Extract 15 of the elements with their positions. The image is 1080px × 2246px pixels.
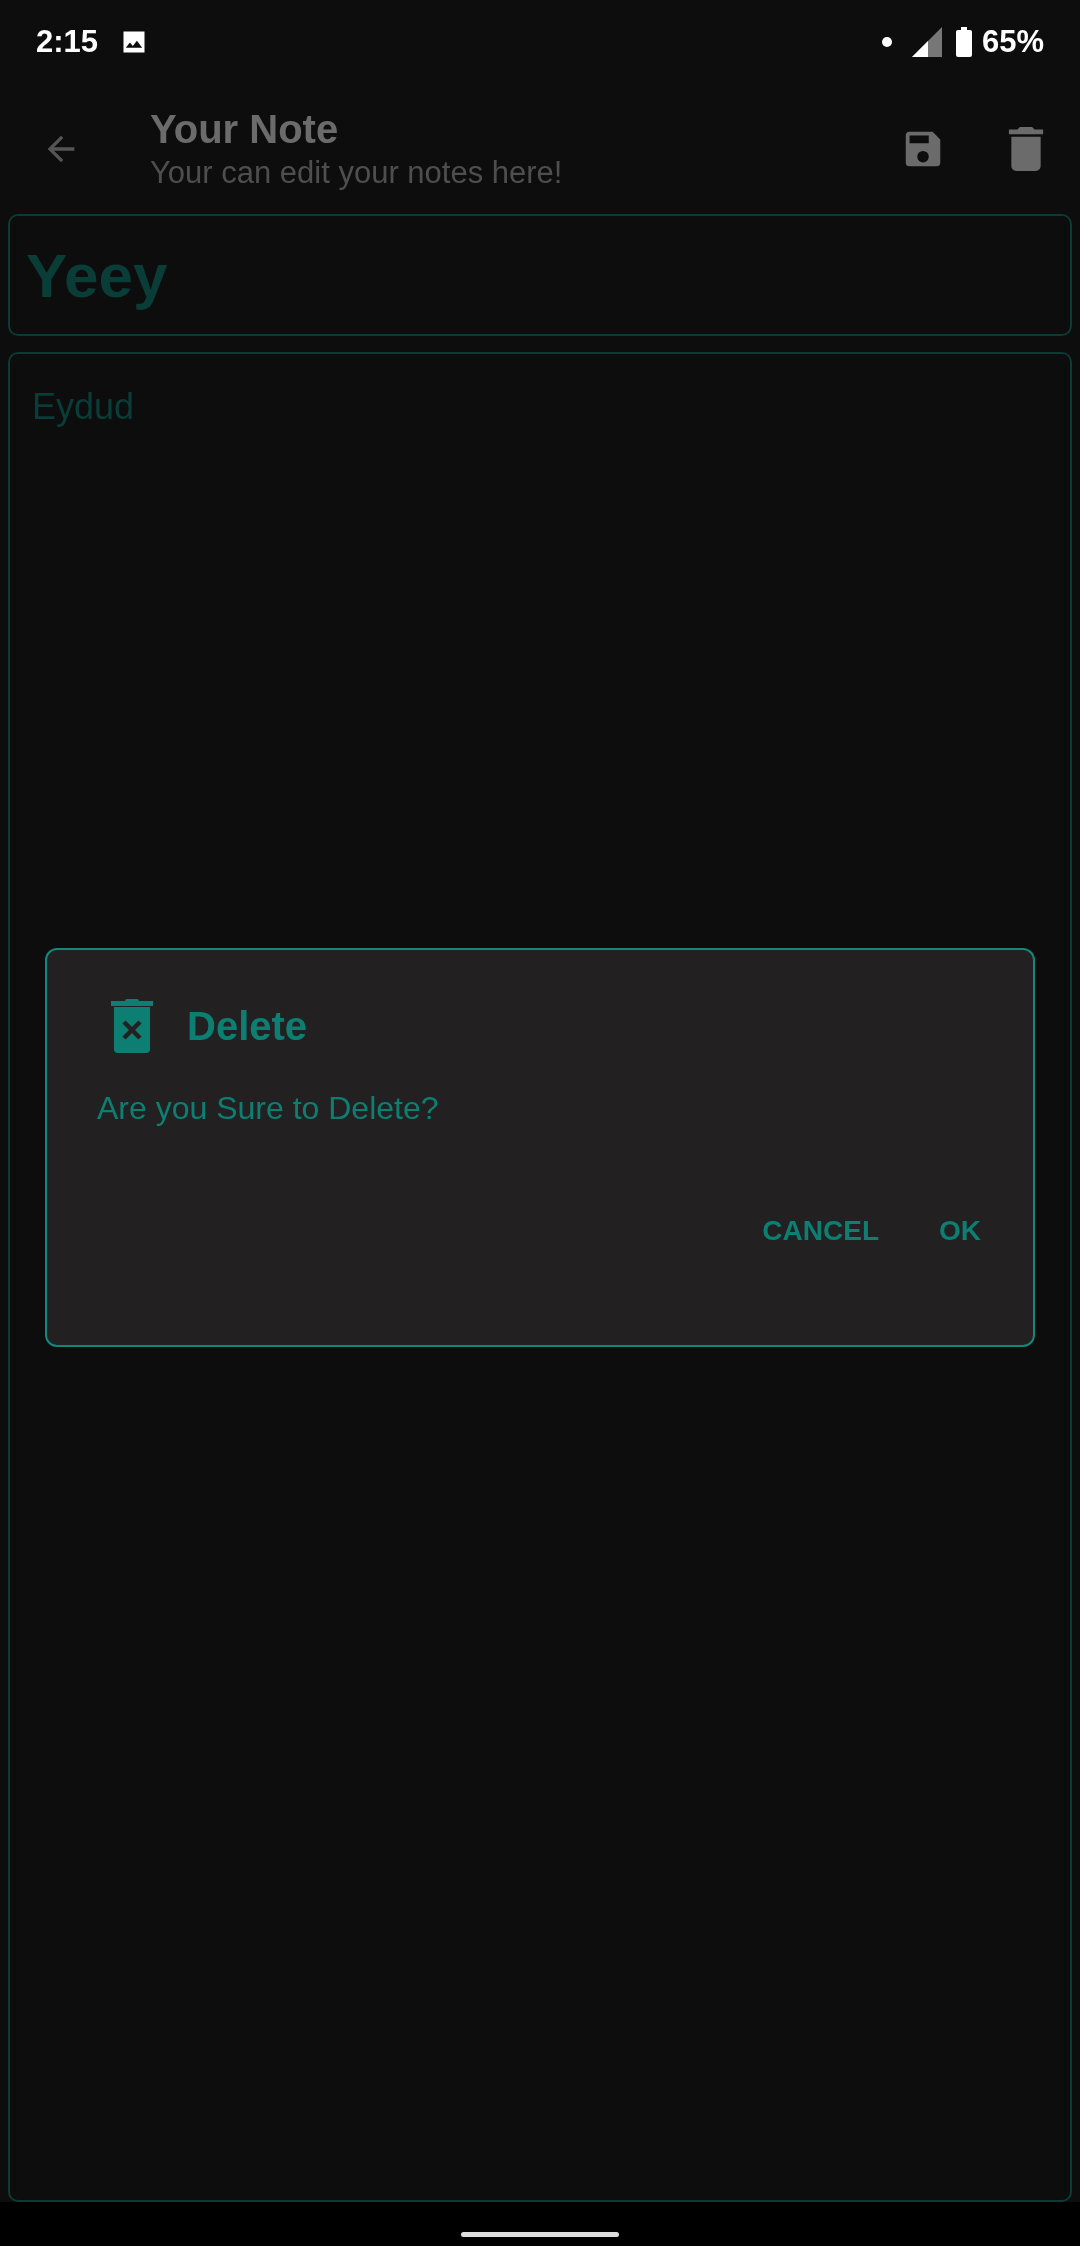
- dot-icon: [881, 37, 892, 47]
- dialog-title: Delete: [187, 1003, 308, 1050]
- app-title: Your Note: [150, 106, 340, 153]
- dialog-message: Are you Sure to Delete?: [97, 1089, 439, 1128]
- battery-percentage: 65%: [981, 22, 1044, 61]
- trash-icon: [1006, 127, 1046, 171]
- app-subtitle: Your can edit your notes here!: [150, 154, 563, 192]
- battery-icon: [955, 27, 972, 57]
- dialog-button[interactable]: OK: [923, 1196, 997, 1266]
- status-time: 2:15: [36, 22, 99, 61]
- signal-icon: [911, 27, 942, 57]
- dialog-button[interactable]: CANCEL: [746, 1196, 895, 1266]
- home-indicator[interactable]: [461, 2231, 619, 2237]
- delete-button[interactable]: [1006, 127, 1046, 171]
- trash-x-icon: [111, 999, 153, 1053]
